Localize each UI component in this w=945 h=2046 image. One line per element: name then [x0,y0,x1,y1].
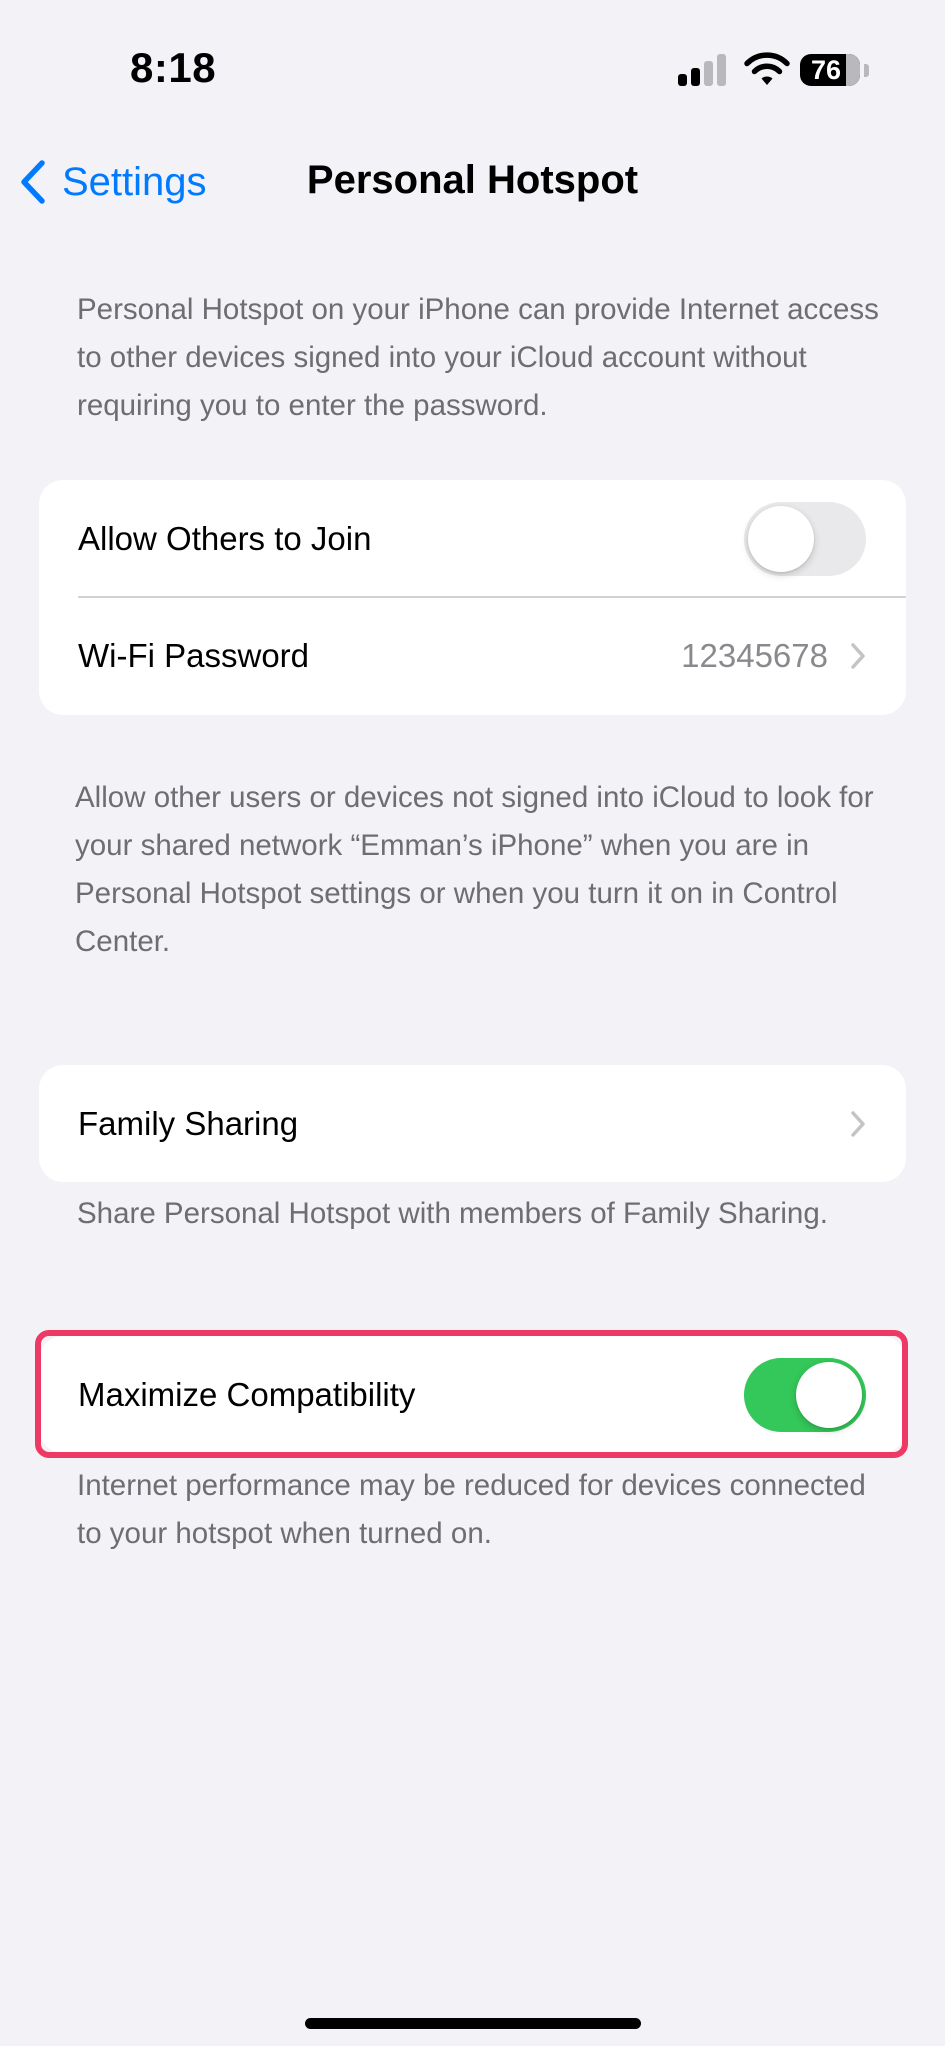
toggle-knob [796,1361,862,1428]
family-sharing-footer: Share Personal Hotspot with members of F… [77,1197,828,1230]
chevron-right-icon [851,643,865,669]
intro-description: Personal Hotspot on your iPhone can prov… [77,293,879,422]
wifi-password-row[interactable]: Wi-Fi Password 12345678 [39,597,906,715]
maximize-compatibility-label: Maximize Compatibility [78,1375,416,1413]
home-indicator [305,2018,641,2029]
allow-others-toggle[interactable] [744,501,866,576]
family-sharing-group: Family Sharing [39,1065,906,1182]
chevron-right-icon [851,1110,865,1137]
page-title: Personal Hotspot [306,158,639,202]
battery-icon: 76 [800,54,860,86]
allow-others-label: Allow Others to Join [78,519,372,557]
compatibility-footer: Internet performance may be reduced for … [77,1469,866,1550]
battery-level: 76 [810,54,842,85]
join-settings-group: Allow Others to Join Wi-Fi Password 1234… [39,480,906,715]
join-group-footer: Allow other users or devices not signed … [75,781,874,958]
cellular-signal-icon [676,50,726,90]
toggle-knob [748,505,814,572]
status-time: 8:18 [130,44,217,91]
wifi-password-value: 12345678 [681,637,828,674]
family-sharing-label: Family Sharing [78,1104,299,1142]
battery-tip [864,64,869,77]
maximize-compatibility-row: Maximize Compatibility [39,1336,906,1453]
family-sharing-row[interactable]: Family Sharing [39,1065,906,1182]
maximize-compatibility-toggle[interactable] [744,1357,866,1432]
wifi-icon [744,52,790,85]
compatibility-group: Maximize Compatibility [39,1336,906,1453]
allow-others-row: Allow Others to Join [39,480,906,597]
wifi-password-label: Wi-Fi Password [78,637,310,674]
